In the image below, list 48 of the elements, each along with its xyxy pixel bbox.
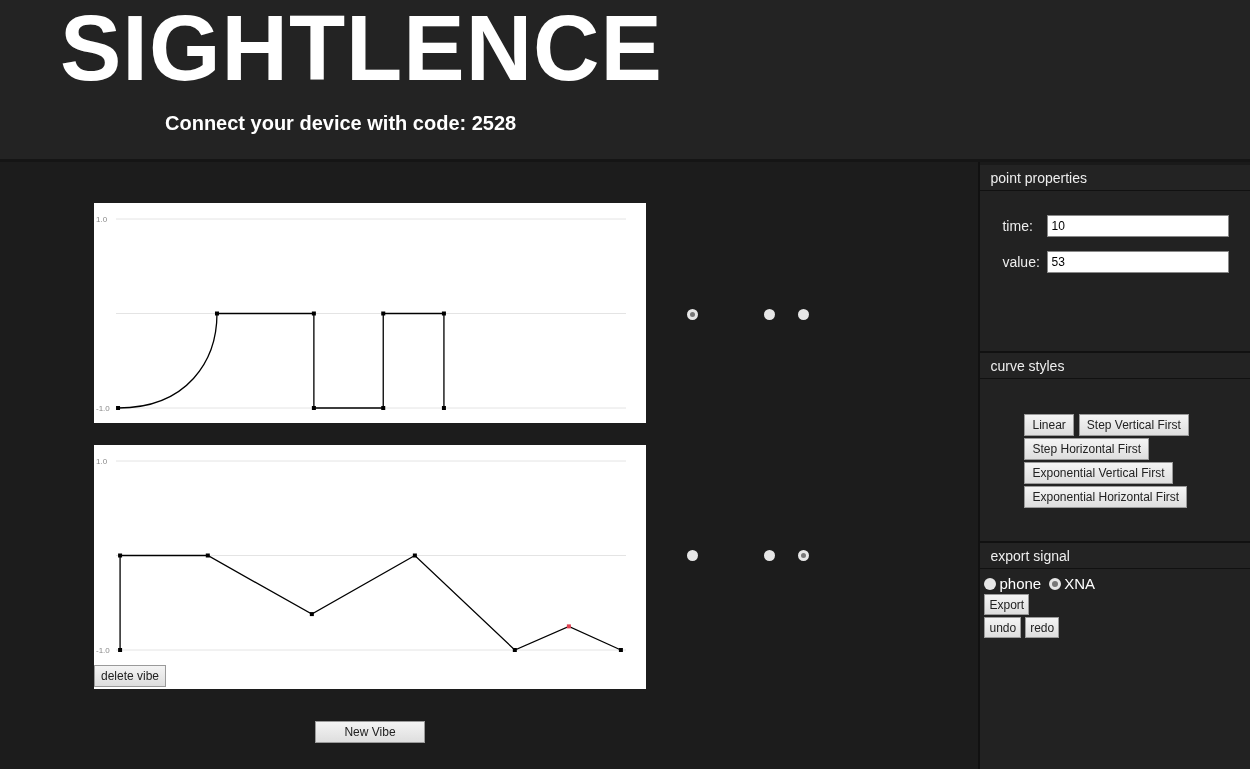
section-header: curve styles <box>980 351 1250 379</box>
radio-button[interactable] <box>687 550 698 561</box>
curve-point[interactable] <box>311 311 316 316</box>
curve-point[interactable] <box>116 406 121 410</box>
curve-point[interactable] <box>311 406 316 410</box>
text-field[interactable]: 10 <box>1047 215 1230 237</box>
curve-point[interactable] <box>118 648 123 652</box>
section-header: point properties <box>980 162 1250 191</box>
radio-button[interactable] <box>764 309 775 320</box>
radio-button[interactable] <box>798 309 809 320</box>
curve-point[interactable] <box>412 553 417 558</box>
axis-tick-label: -1.0 <box>96 404 110 413</box>
curve-style-button[interactable]: Exponential Horizontal First <box>1024 486 1188 508</box>
curve-point[interactable] <box>309 612 314 617</box>
section-header: export signal <box>980 541 1250 569</box>
curve-point[interactable] <box>441 406 446 410</box>
radio-button[interactable] <box>798 550 809 561</box>
radio-button[interactable] <box>764 550 775 561</box>
curve-point[interactable] <box>381 406 386 410</box>
new-vibe-button[interactable]: New Vibe <box>315 721 425 743</box>
export-button[interactable]: Export <box>984 594 1030 615</box>
curve-style-button[interactable]: Linear <box>1024 414 1074 436</box>
field-label: value: <box>1002 254 1041 270</box>
field-label: time: <box>1002 218 1034 234</box>
curve-style-button[interactable]: Step Vertical First <box>1078 414 1189 436</box>
curve-point[interactable] <box>441 311 446 316</box>
text-field[interactable]: 53 <box>1047 251 1230 273</box>
connection-code-text: Connect your device with code: 2528 <box>165 112 517 135</box>
curve-style-button[interactable]: Exponential Vertical First <box>1024 462 1173 484</box>
curve-point[interactable] <box>205 553 210 558</box>
radio-label: XNA <box>1064 575 1096 592</box>
radio-button[interactable] <box>687 309 698 320</box>
radio-label: phone <box>999 575 1042 592</box>
curve-point[interactable] <box>381 311 386 316</box>
radio-button[interactable] <box>984 577 997 590</box>
undo-button[interactable]: undo <box>984 617 1022 638</box>
curve-style-button[interactable]: Step Horizontal First <box>1024 438 1150 460</box>
axis-tick-label: 1.0 <box>96 457 108 466</box>
curve-point[interactable] <box>618 648 623 652</box>
delete-vibe-button[interactable]: delete vibe <box>94 665 167 687</box>
axis-tick-label: 1.0 <box>96 215 108 224</box>
curve-point[interactable] <box>566 624 571 629</box>
radio-button[interactable] <box>1049 577 1062 590</box>
curve-point[interactable] <box>512 648 517 652</box>
curve-point[interactable] <box>118 553 123 558</box>
redo-button[interactable]: redo <box>1025 617 1060 638</box>
axis-tick-label: -1.0 <box>96 646 110 655</box>
app-title: SIGHTLENCE <box>60 0 663 92</box>
